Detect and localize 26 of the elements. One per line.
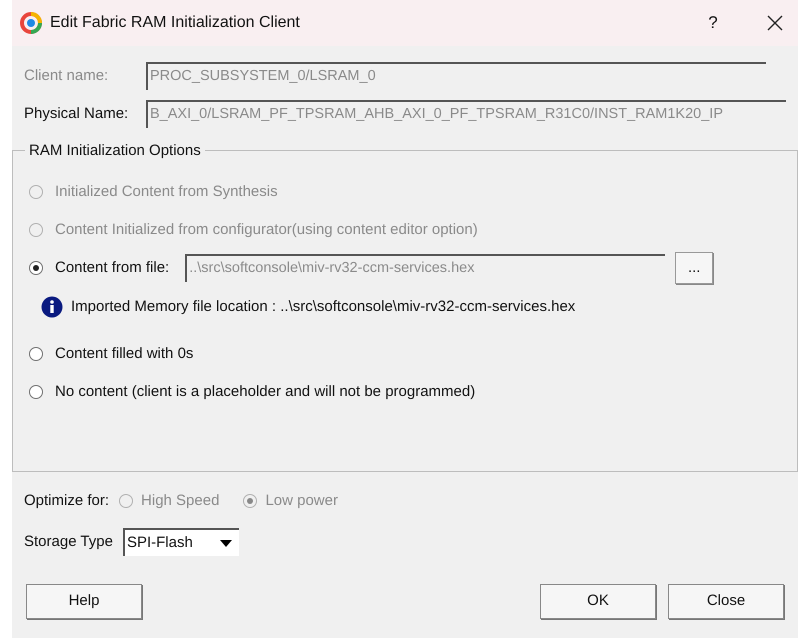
radio-button[interactable] (29, 261, 43, 275)
storage-type-label: Storage Type (24, 532, 113, 552)
info-text: Imported Memory file location : ..\src\softconsole\miv-rv32-ccm-services.hex (71, 296, 576, 317)
dialog-button[interactable]: Close (668, 584, 784, 619)
radio-button[interactable] (29, 347, 43, 361)
option-label: High Speed (141, 490, 220, 511)
radio-button[interactable] (29, 385, 43, 399)
browse-button[interactable]: ... (675, 252, 714, 284)
app-logo-icon (20, 12, 42, 34)
field-label: Physical Name: (24, 104, 130, 124)
option-label: Content from file: (55, 258, 170, 278)
close-icon[interactable] (766, 14, 784, 32)
window-title: Edit Fabric RAM Initialization Client (50, 13, 300, 33)
help-button[interactable]: ? (698, 10, 728, 36)
option-label: Content filled with 0s (55, 344, 194, 364)
dropdown-arrow-icon (220, 540, 232, 546)
option-label: Initialized Content from Synthesis (55, 182, 278, 202)
dialog-button[interactable]: Help (26, 584, 142, 619)
optimize-label: Optimize for: (24, 490, 110, 511)
option-label: No content (client is a placeholder and will not be programmed) (55, 382, 476, 402)
dialog-button[interactable]: OK (540, 584, 656, 619)
field-label: Client name: (24, 66, 110, 86)
info-icon (41, 296, 63, 318)
option-label: Low power (265, 490, 338, 511)
option-label: Content Initialized from configurator(using content editor option) (55, 220, 478, 240)
storage-type-dropdown[interactable]: SPI-Flash (122, 528, 239, 556)
